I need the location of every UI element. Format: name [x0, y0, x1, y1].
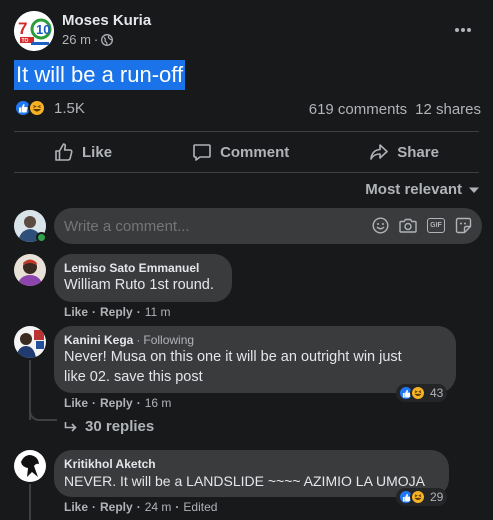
divider-bottom — [14, 172, 479, 173]
comment-time[interactable]: 11 m — [145, 305, 171, 319]
like-label: Like — [82, 143, 113, 161]
page-logo-icon: 7 10 TO — [14, 11, 54, 51]
haha-reaction-icon — [28, 99, 46, 117]
comment-label: Comment — [220, 143, 290, 161]
comment-reaction-count: 29 — [430, 490, 444, 504]
action-bar: Like Comment Share — [14, 135, 479, 169]
haha-reaction-icon — [410, 489, 426, 505]
comment-reply-link[interactable]: Reply — [100, 305, 133, 319]
sort-label: Most relevant — [365, 181, 462, 198]
commenter-avatar[interactable] — [14, 254, 46, 286]
reaction-count: 1.5K — [54, 99, 85, 117]
svg-text:7: 7 — [18, 19, 27, 38]
share-count-link[interactable]: 12 shares — [415, 101, 481, 118]
page-avatar[interactable]: 7 10 TO — [14, 11, 54, 51]
online-status-dot — [36, 232, 47, 243]
comment-reaction-count: 43 — [430, 386, 444, 400]
comment-like-link[interactable]: Like — [64, 396, 88, 410]
separator-dot: · — [92, 396, 97, 410]
sort-dropdown[interactable]: Most relevant — [365, 181, 480, 198]
camera-icon[interactable] — [399, 217, 417, 234]
comment-actions: Like · Reply · 24 m · Edited — [64, 500, 217, 514]
user-photo-icon — [14, 326, 46, 358]
thumbs-up-icon — [55, 143, 73, 161]
replies-label: 30 replies — [85, 418, 155, 435]
comment-actions: Like · Reply · 11 m — [64, 305, 171, 319]
comment-text: William Ruto 1st round. — [64, 277, 214, 293]
composer-icons: GIF — [372, 217, 472, 234]
user-photo-icon — [14, 450, 46, 482]
svg-text:TO: TO — [22, 38, 29, 44]
comment-bubble: Kritikhol Aketch NEVER. It will be a LAN… — [54, 450, 449, 497]
commenter-avatar[interactable] — [14, 450, 46, 482]
comment-composer[interactable]: GIF — [54, 208, 482, 244]
comment-time[interactable]: 16 m — [145, 396, 172, 410]
emoji-icon[interactable] — [372, 217, 389, 234]
post-time[interactable]: 26 m — [62, 32, 91, 47]
meta-dot: · — [93, 32, 99, 47]
gif-icon[interactable]: GIF — [427, 218, 445, 233]
comment-reactions[interactable]: 29 — [396, 488, 448, 506]
share-arrow-icon — [370, 144, 389, 160]
post-reactions[interactable]: 1.5K — [14, 99, 85, 117]
share-button[interactable]: Share — [369, 142, 439, 162]
thread-line — [29, 484, 31, 520]
comment-text: NEVER. It will be a LANDSLIDE ~~~~ AZIMI… — [64, 473, 426, 489]
comment-bubble: Lemiso Sato Emmanuel William Ruto 1st ro… — [54, 254, 232, 302]
reply-arrow-icon — [64, 421, 77, 432]
comment-reactions[interactable]: 43 — [396, 384, 448, 402]
haha-reaction-icon — [410, 385, 426, 401]
like-button[interactable]: Like — [54, 142, 112, 162]
post-text-content: It will be a run-off — [16, 62, 184, 87]
following-badge[interactable]: Following — [143, 333, 194, 347]
post-author[interactable]: Moses Kuria — [62, 12, 151, 29]
globe-icon — [101, 33, 114, 46]
commenter-avatar[interactable] — [14, 326, 46, 358]
comment-input[interactable] — [64, 208, 354, 244]
comment-like-link[interactable]: Like — [64, 500, 88, 514]
comment-reply-link[interactable]: Reply — [100, 500, 133, 514]
svg-text:10: 10 — [36, 22, 50, 37]
comment-text-line-2: like 02. save this post — [64, 369, 203, 385]
commenter-name[interactable]: Lemiso Sato Emmanuel — [64, 261, 222, 275]
commenter-name[interactable]: Kritikhol Aketch — [64, 457, 439, 471]
share-label: Share — [397, 143, 439, 161]
post-meta: 26 m · — [62, 32, 114, 47]
comment-bubble: Kanini Kega · Following Never! Musa on t… — [54, 326, 456, 393]
comment-time[interactable]: 24 m — [145, 500, 172, 514]
separator-dot: · — [92, 305, 97, 319]
user-photo-icon — [14, 254, 46, 286]
separator-dot: · — [175, 500, 180, 514]
chevron-down-icon — [469, 187, 479, 193]
separator-dot: · — [136, 500, 141, 514]
post-stats: 619 comments 12 shares — [309, 101, 481, 118]
post-text: It will be a run-off — [14, 60, 186, 90]
more-options-button[interactable] — [448, 20, 478, 40]
separator-dot: · — [136, 305, 141, 319]
comment-reply-link[interactable]: Reply — [100, 396, 133, 410]
comment-button[interactable]: Comment — [192, 142, 289, 162]
edited-label: Edited — [183, 500, 218, 514]
separator-dot: · — [92, 500, 97, 514]
thread-branch — [29, 405, 57, 421]
comment-count-link[interactable]: 619 comments — [309, 101, 407, 118]
sticker-icon[interactable] — [455, 217, 472, 234]
commenter-name[interactable]: Kanini Kega — [64, 333, 133, 347]
view-replies-link[interactable]: 30 replies — [64, 418, 154, 435]
comment-icon — [193, 144, 211, 161]
comment-like-link[interactable]: Like — [64, 305, 88, 319]
comment-text-line-1: Never! Musa on this one it will be an ou… — [64, 349, 402, 365]
more-dots-icon — [455, 28, 471, 32]
comment-actions: Like · Reply · 16 m — [64, 396, 171, 410]
divider-top — [14, 131, 479, 132]
separator-dot: · — [136, 396, 141, 410]
separator-dot: · — [136, 333, 141, 347]
gif-label: GIF — [430, 222, 442, 229]
